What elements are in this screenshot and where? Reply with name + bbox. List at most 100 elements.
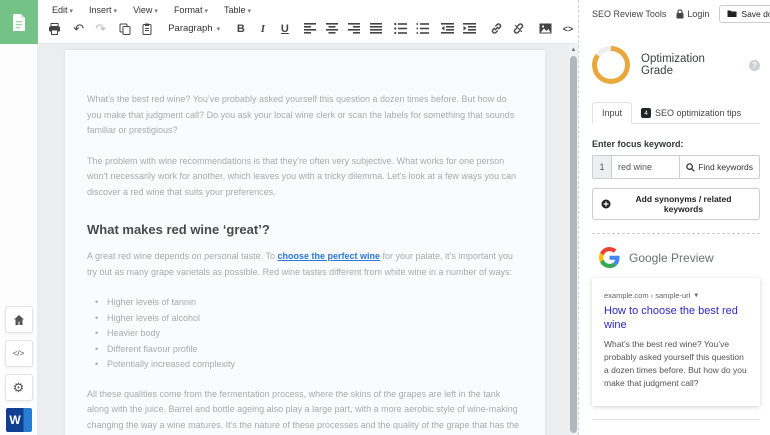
- insert-link-button[interactable]: [487, 19, 507, 38]
- menu-format[interactable]: Format▾: [168, 3, 214, 17]
- document-icon: [11, 13, 27, 32]
- grade-ring-gauge: [592, 46, 630, 84]
- menu-insert[interactable]: Insert▾: [83, 3, 123, 17]
- serp-preview-card: example.com › sample-url ▼ How to choose…: [592, 278, 760, 406]
- chevron-down-icon: ▾: [70, 8, 74, 15]
- editor-canvas: What’s the best red wine? You’ve probabl…: [38, 44, 578, 435]
- bullet-list-icon: [394, 23, 407, 34]
- copy-button[interactable]: [115, 19, 135, 38]
- focus-keyword-input[interactable]: [612, 155, 680, 179]
- find-keywords-button[interactable]: Find keywords: [680, 155, 760, 179]
- google-preview-title: Google Preview: [629, 251, 714, 265]
- scrollbar-thumb[interactable]: [570, 56, 577, 433]
- align-justify-button[interactable]: [366, 19, 386, 38]
- serp-description: What’s the best red wine? You’ve probabl…: [604, 338, 749, 390]
- italic-button[interactable]: I: [253, 19, 273, 38]
- seo-panel: SEO Review Tools Login Save document Opt…: [578, 0, 770, 435]
- code-icon: <>: [563, 24, 574, 34]
- outdent-button[interactable]: [437, 19, 457, 38]
- chevron-down-icon: ▾: [247, 8, 251, 15]
- numbered-list-icon: [416, 23, 429, 34]
- image-icon: [539, 23, 552, 34]
- paste-button[interactable]: [137, 19, 157, 38]
- bullet-list-button[interactable]: [390, 19, 410, 38]
- list-item: Higher levels of tannin: [95, 295, 523, 311]
- word-icon: W: [9, 413, 20, 427]
- menu-bar: Edit▾ Insert▾ View▾ Format▾ Table▾: [38, 0, 578, 17]
- chevron-down-icon: ▾: [204, 8, 208, 15]
- align-center-button[interactable]: [322, 19, 342, 38]
- panel-tabs: Input 4 SEO optimization tips: [592, 102, 760, 124]
- chevron-down-icon: ▾: [217, 25, 221, 33]
- home-icon: [13, 314, 25, 326]
- home-button[interactable]: [5, 306, 33, 333]
- doc-paragraph: All these qualities come from the fermen…: [87, 387, 523, 435]
- doc-bullet-list: Higher levels of tannin Higher levels of…: [95, 295, 523, 373]
- bold-button[interactable]: B: [231, 19, 251, 38]
- save-document-button[interactable]: Save document: [719, 5, 770, 23]
- align-right-button[interactable]: [344, 19, 364, 38]
- help-icon[interactable]: ?: [749, 60, 760, 71]
- align-left-button[interactable]: [300, 19, 320, 38]
- align-center-icon: [326, 23, 338, 34]
- app-logo[interactable]: [0, 0, 38, 44]
- list-item: Potentially increased complexity: [95, 357, 523, 373]
- format-toolbar: ↶ ↷ Paragraph▾ B I U: [38, 17, 578, 38]
- add-synonyms-button[interactable]: Add synonyms / related keywords: [592, 188, 760, 220]
- editor-scrollbar[interactable]: ▲: [569, 44, 578, 435]
- unlink-icon: [512, 22, 525, 35]
- focus-keyword-group: 1 Find keywords: [592, 155, 760, 179]
- menu-view[interactable]: View▾: [127, 3, 164, 17]
- paragraph-style-dropdown[interactable]: Paragraph▾: [162, 19, 226, 38]
- copy-icon: [119, 23, 131, 35]
- code-icon: </>: [13, 349, 25, 358]
- underline-button[interactable]: U: [275, 19, 295, 38]
- serp-url[interactable]: example.com › sample-url ▼: [604, 291, 749, 300]
- left-sidebar: </> ⚙ W: [0, 0, 38, 435]
- save-icon: [727, 9, 737, 18]
- numbered-list-button[interactable]: [412, 19, 432, 38]
- indent-icon: [463, 23, 476, 34]
- settings-button[interactable]: ⚙: [5, 374, 33, 401]
- google-logo-icon: [599, 247, 620, 268]
- source-code-toolbar-button[interactable]: <>: [558, 19, 578, 38]
- align-left-icon: [304, 23, 316, 34]
- menu-table[interactable]: Table▾: [218, 3, 257, 17]
- source-code-button[interactable]: </>: [5, 340, 33, 367]
- focus-keyword-label: Enter focus keyword:: [592, 139, 760, 149]
- serp-title-link[interactable]: How to choose the best red wine: [604, 304, 749, 332]
- lock-icon: [676, 9, 684, 19]
- list-item: Different flavour profile: [95, 342, 523, 358]
- account-bar: SEO Review Tools Login Save document: [592, 0, 760, 22]
- undo-button[interactable]: ↶: [69, 19, 89, 38]
- tab-seo-tips[interactable]: 4 SEO optimization tips: [632, 103, 750, 123]
- print-button[interactable]: [44, 19, 64, 38]
- row-number-badge: 1: [592, 155, 612, 179]
- editor-header: Edit▾ Insert▾ View▾ Format▾ Table▾ ↶ ↷ P…: [38, 0, 578, 44]
- doc-paragraph: What’s the best red wine? You’ve probabl…: [87, 92, 523, 139]
- scrollbar-up-icon[interactable]: ▲: [569, 44, 578, 55]
- indent-button[interactable]: [459, 19, 479, 38]
- search-icon: [686, 163, 695, 172]
- remove-link-button[interactable]: [509, 19, 529, 38]
- list-item: Higher levels of alcohol: [95, 311, 523, 327]
- plus-circle-icon: [601, 199, 611, 209]
- document-page[interactable]: What’s the best red wine? You’ve probabl…: [65, 50, 545, 435]
- section-divider: [592, 419, 760, 420]
- optimization-grade: Optimization Grade ?: [592, 46, 760, 84]
- redo-button[interactable]: ↷: [91, 19, 111, 38]
- chevron-down-icon: ▾: [114, 8, 118, 15]
- gears-icon: ⚙: [13, 381, 25, 394]
- seo-review-tools-link[interactable]: SEO Review Tools: [592, 9, 666, 19]
- dotted-divider: [592, 233, 760, 234]
- doc-paragraph: A great red wine depends on personal tas…: [87, 249, 523, 280]
- chevron-down-icon: ▼: [693, 293, 699, 299]
- tab-input[interactable]: Input: [592, 102, 632, 124]
- chevron-down-icon: ▾: [154, 8, 158, 15]
- paste-icon: [141, 23, 153, 35]
- menu-edit[interactable]: Edit▾: [46, 3, 79, 17]
- login-link[interactable]: Login: [676, 9, 709, 19]
- word-export-button[interactable]: W: [6, 408, 32, 432]
- doc-hyperlink[interactable]: choose the perfect wine: [277, 251, 380, 261]
- insert-image-button[interactable]: [536, 19, 556, 38]
